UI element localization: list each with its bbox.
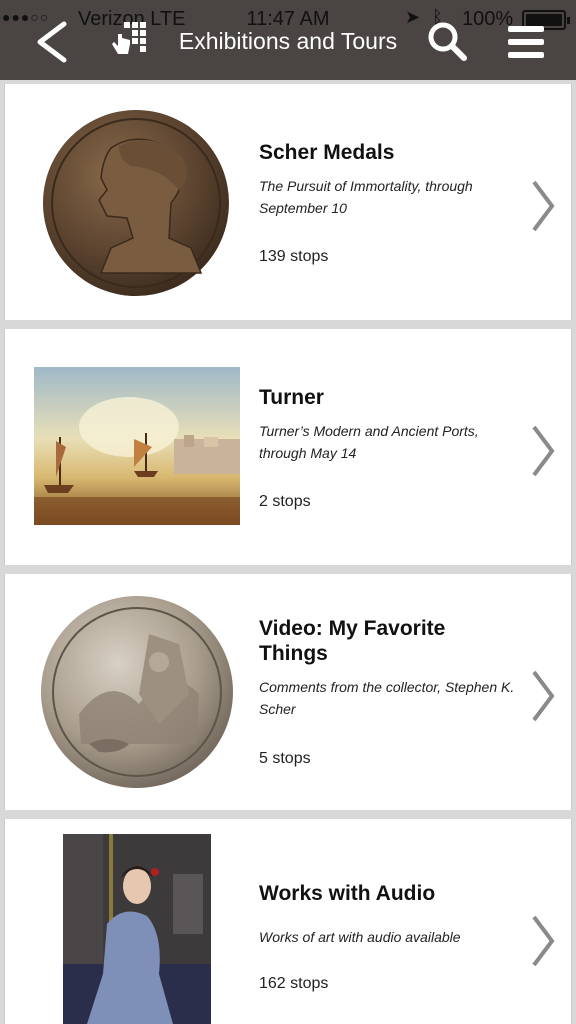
item-subtitle: The Pursuit of Immortality, through Sept… — [259, 178, 473, 216]
tour-keypad-button[interactable] — [108, 20, 152, 60]
search-icon — [428, 22, 467, 61]
medal-thumbnail — [41, 596, 233, 788]
page-title: Exhibitions and Tours — [178, 28, 398, 54]
menu-button[interactable] — [504, 22, 548, 62]
item-stops: 2 stops — [259, 493, 311, 510]
item-subtitle: Turner’s Modern and Ancient Ports, throu… — [259, 423, 479, 461]
item-stops: 162 stops — [259, 975, 329, 992]
top-bar: ●●●○○ Verizon LTE 11:47 AM ➤ ᛒ 100% Exhi… — [0, 0, 576, 80]
hand-keypad-icon — [112, 22, 146, 54]
list-item-scher-medals[interactable]: Scher Medals The Pursuit of Immortality,… — [4, 84, 572, 320]
list-item-video-favorite-things[interactable]: Video: My Favorite Things Comments from … — [4, 574, 572, 810]
location-icon: ➤ — [405, 7, 421, 27]
portrait-thumbnail — [63, 834, 211, 1024]
list-item-works-with-audio[interactable]: Works with Audio Works of art with audio… — [4, 819, 572, 1024]
item-subtitle: Comments from the collector, Stephen K. … — [259, 679, 515, 717]
item-stops: 139 stops — [259, 248, 329, 265]
back-button[interactable] — [30, 20, 74, 64]
list-item-turner[interactable]: Turner Turner’s Modern and Ancient Ports… — [4, 329, 572, 565]
item-subtitle: Works of art with audio available — [259, 929, 461, 945]
chevron-right-icon — [532, 425, 555, 477]
item-stops: 5 stops — [259, 750, 311, 767]
item-title: Video: My Favorite Things — [259, 617, 446, 665]
search-button[interactable] — [426, 20, 468, 62]
chevron-right-icon — [532, 670, 555, 722]
item-title: Works with Audio — [259, 882, 436, 905]
medal-thumbnail — [43, 110, 229, 296]
chevron-left-icon — [37, 21, 67, 63]
item-title: Scher Medals — [259, 141, 395, 164]
chevron-right-icon — [532, 180, 555, 232]
item-title: Turner — [259, 386, 324, 409]
chevron-right-icon — [532, 915, 555, 967]
painting-thumbnail — [34, 367, 240, 525]
